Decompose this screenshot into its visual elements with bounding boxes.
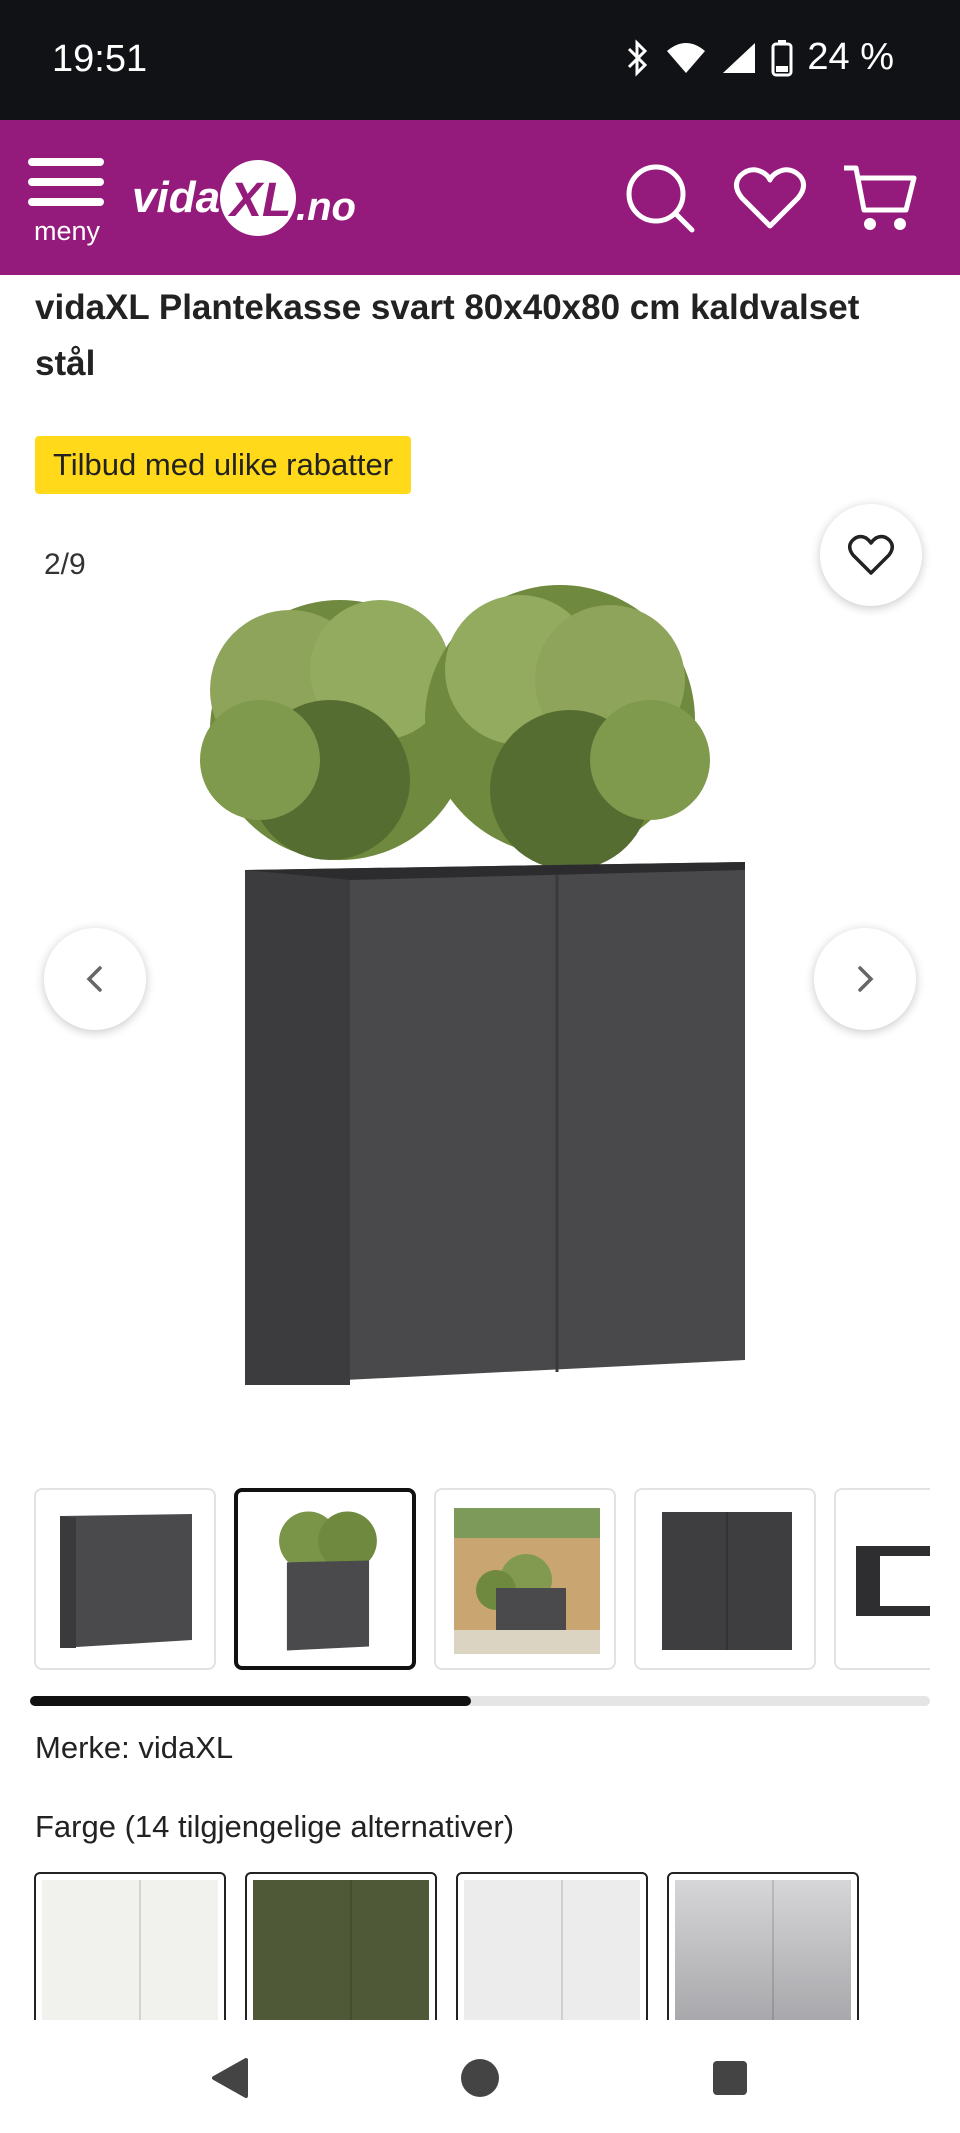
- nav-back-button[interactable]: [200, 2050, 260, 2106]
- product-gallery[interactable]: 2/9: [0, 500, 960, 1450]
- thumbnail-image: [60, 1514, 192, 1648]
- status-icons: 24 %: [625, 36, 894, 79]
- brand-line: Merke: vidaXL: [35, 1730, 234, 1765]
- chevron-left-icon: [86, 966, 102, 992]
- color-options-label: Farge (14 tilgjengelige alternativer): [35, 1809, 515, 1844]
- product-image: [200, 585, 745, 1385]
- thumbnail-4[interactable]: [634, 1488, 816, 1670]
- svg-text:vida: vida: [132, 173, 220, 222]
- next-image-button[interactable]: [814, 928, 916, 1030]
- swatch-silver[interactable]: [667, 1872, 859, 2020]
- heart-icon: [848, 534, 894, 575]
- status-time: 19:51: [52, 38, 148, 80]
- bush-right: [425, 585, 710, 870]
- site-header: meny vida XL .no: [0, 120, 960, 275]
- thumbnail-2[interactable]: [234, 1488, 416, 1670]
- thumbnail-scrollbar-thumb[interactable]: [30, 1696, 471, 1706]
- triangle-back-icon: [212, 2058, 248, 2098]
- thumbnail-5[interactable]: [834, 1488, 930, 1670]
- hamburger-icon: [28, 158, 104, 208]
- swatch-white-light[interactable]: [456, 1872, 648, 2020]
- battery-icon: [771, 39, 793, 76]
- system-nav-bar: [0, 2020, 960, 2133]
- thumbnail-strip[interactable]: [34, 1488, 930, 1673]
- wifi-icon: [667, 42, 706, 73]
- product-title: vidaXL Plantekasse svart 80x40x80 cm kal…: [35, 288, 860, 383]
- thumbnail-1[interactable]: [34, 1488, 216, 1670]
- nav-recents-button[interactable]: [700, 2050, 760, 2106]
- vidaxl-logo[interactable]: vida XL .no: [130, 150, 380, 245]
- thumbnail-image: [279, 1511, 377, 1651]
- swatch-olive[interactable]: [245, 1872, 437, 2020]
- image-counter: 2/9: [44, 548, 86, 581]
- heart-icon[interactable]: [730, 158, 810, 238]
- menu-label: meny: [34, 216, 101, 246]
- cart-icon[interactable]: [840, 158, 920, 238]
- add-to-wishlist-button[interactable]: [820, 504, 922, 606]
- svg-text:.no: .no: [296, 185, 356, 229]
- nav-home-button[interactable]: [450, 2050, 510, 2106]
- svg-text:XL: XL: [227, 174, 291, 227]
- circle-home-icon: [461, 2059, 499, 2097]
- search-icon[interactable]: [620, 158, 700, 238]
- bluetooth-icon: [628, 38, 648, 77]
- swatch-white[interactable]: [34, 1872, 226, 2020]
- promo-badge: Tilbud med ulike rabatter: [35, 436, 412, 494]
- menu-button[interactable]: meny: [28, 158, 108, 248]
- thumbnail-image: [856, 1546, 930, 1616]
- status-bar: 19:51 24 %: [0, 0, 960, 120]
- prev-image-button[interactable]: [44, 928, 146, 1030]
- thumbnail-image: [454, 1508, 600, 1654]
- thumbnail-image: [662, 1512, 792, 1650]
- battery-level: 24 %: [807, 36, 894, 78]
- thumbnail-scrollbar[interactable]: [30, 1696, 930, 1706]
- thumbnail-3[interactable]: [434, 1488, 616, 1670]
- chevron-right-icon: [858, 966, 874, 992]
- square-recents-icon: [713, 2061, 747, 2095]
- color-swatches[interactable]: [34, 1872, 934, 2020]
- signal-icon: [723, 42, 756, 73]
